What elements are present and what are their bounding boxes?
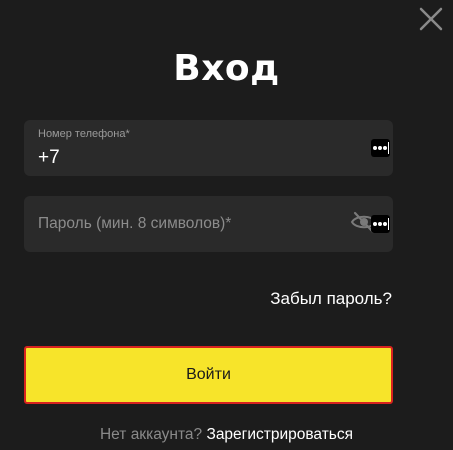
password-field-placeholder: Пароль (мин. 8 символов)* <box>38 215 232 232</box>
phone-field-value[interactable]: +7 <box>38 147 60 169</box>
dialog-title: Вход <box>173 48 280 89</box>
signup-prompt: Нет аккаунта? <box>99 426 203 443</box>
signup-link[interactable]: Зарегистрироваться <box>206 426 353 443</box>
keyboard-icon[interactable] <box>371 139 390 157</box>
keyboard-icon[interactable] <box>371 215 390 233</box>
password-field[interactable]: Пароль (мин. 8 символов)* <box>24 196 393 252</box>
close-icon[interactable] <box>418 6 444 32</box>
forgot-password-link[interactable]: Забыл пароль? <box>270 289 392 309</box>
login-button[interactable]: Войти <box>24 346 393 404</box>
signup-row: Нет аккаунта? Зарегистрироваться <box>0 426 453 444</box>
phone-field[interactable]: Номер телефона* +7 <box>24 120 393 176</box>
phone-field-label: Номер телефона* <box>38 128 130 140</box>
